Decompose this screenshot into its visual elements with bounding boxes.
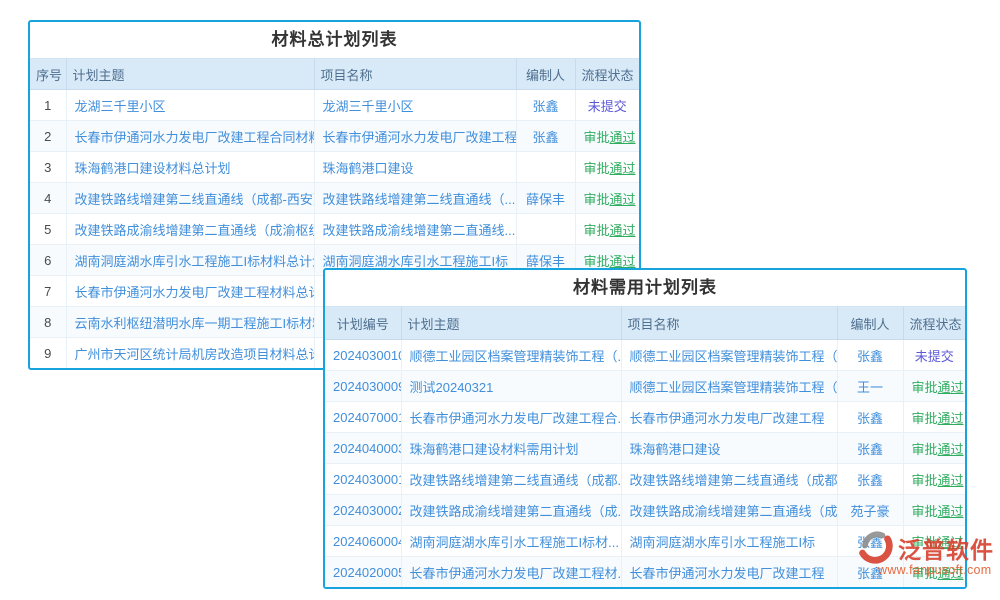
cell-subject[interactable]: 长春市伊通河水力发电厂改建工程材... bbox=[401, 557, 621, 588]
cell-project[interactable]: 顺德工业园区档案管理精装饰工程（... bbox=[621, 371, 837, 402]
table-row[interactable]: 2024070001长春市伊通河水力发电厂改建工程合...长春市伊通河水力发电厂… bbox=[325, 402, 965, 433]
table-row[interactable]: 2024030002改建铁路成渝线增建第二直通线（成...改建铁路成渝线增建第二… bbox=[325, 495, 965, 526]
cell-subject[interactable]: 云南水利枢纽潜明水库一期工程施工I标材料... bbox=[66, 307, 314, 338]
cell-subject[interactable]: 长春市伊通河水力发电厂改建工程合... bbox=[401, 402, 621, 433]
cell-author: 张鑫 bbox=[837, 402, 903, 433]
cell-status[interactable]: 审批通过 bbox=[903, 371, 965, 402]
cell-number[interactable]: 2024030002 bbox=[325, 495, 401, 526]
cell-number[interactable]: 2024030009 bbox=[325, 371, 401, 402]
cell-project[interactable]: 顺德工业园区档案管理精装饰工程（... bbox=[621, 340, 837, 371]
cell-index: 1 bbox=[30, 90, 66, 121]
cell-number[interactable]: 2024030001 bbox=[325, 464, 401, 495]
column-header-project: 项目名称 bbox=[621, 307, 837, 340]
cell-author bbox=[516, 152, 575, 183]
cell-subject[interactable]: 改建铁路线增建第二线直通线（成都-西安）... bbox=[66, 183, 314, 214]
cell-project[interactable]: 珠海鹤港口建设 bbox=[314, 152, 516, 183]
cell-number[interactable]: 2024060004 bbox=[325, 526, 401, 557]
column-header-author: 编制人 bbox=[837, 307, 903, 340]
table-row[interactable]: 2长春市伊通河水力发电厂改建工程合同材料...长春市伊通河水力发电厂改建工程张鑫… bbox=[30, 121, 639, 152]
cell-subject[interactable]: 长春市伊通河水力发电厂改建工程合同材料... bbox=[66, 121, 314, 152]
cell-index: 5 bbox=[30, 214, 66, 245]
cell-index: 6 bbox=[30, 245, 66, 276]
cell-index: 2 bbox=[30, 121, 66, 152]
cell-author: 张鑫 bbox=[837, 433, 903, 464]
cell-subject[interactable]: 湖南洞庭湖水库引水工程施工I标材... bbox=[401, 526, 621, 557]
cell-number[interactable]: 2024040003 bbox=[325, 433, 401, 464]
cell-project[interactable]: 改建铁路线增建第二线直通线（... bbox=[314, 183, 516, 214]
column-header-index: 序号 bbox=[30, 59, 66, 90]
cell-subject[interactable]: 珠海鹤港口建设材料总计划 bbox=[66, 152, 314, 183]
cell-subject[interactable]: 改建铁路成渝线增建第二直通线（成... bbox=[401, 495, 621, 526]
column-header-subject: 计划主题 bbox=[66, 59, 314, 90]
cell-number[interactable]: 2024020005 bbox=[325, 557, 401, 588]
cell-author: 王一 bbox=[837, 371, 903, 402]
cell-project[interactable]: 珠海鹤港口建设 bbox=[621, 433, 837, 464]
cell-status[interactable]: 审批通过 bbox=[575, 214, 639, 245]
column-header-project: 项目名称 bbox=[314, 59, 516, 90]
cell-status[interactable]: 未提交 bbox=[903, 340, 965, 371]
cell-status[interactable]: 未提交 bbox=[575, 90, 639, 121]
cell-subject[interactable]: 测试20240321 bbox=[401, 371, 621, 402]
cell-author: 张鑫 bbox=[516, 90, 575, 121]
table-row[interactable]: 2024030001改建铁路线增建第二线直通线（成都...改建铁路线增建第二线直… bbox=[325, 464, 965, 495]
watermark-brand-text: 泛普软件 bbox=[898, 531, 994, 565]
cell-number[interactable]: 2024030010 bbox=[325, 340, 401, 371]
table-row[interactable]: 3珠海鹤港口建设材料总计划珠海鹤港口建设 审批通过 bbox=[30, 152, 639, 183]
cell-status[interactable]: 审批通过 bbox=[575, 183, 639, 214]
cell-subject[interactable]: 顺德工业园区档案管理精装饰工程（... bbox=[401, 340, 621, 371]
cell-subject[interactable]: 长春市伊通河水力发电厂改建工程材料总计划 bbox=[66, 276, 314, 307]
column-header-status: 流程状态 bbox=[575, 59, 639, 90]
table-row[interactable]: 2024030009测试20240321顺德工业园区档案管理精装饰工程（...王… bbox=[325, 371, 965, 402]
cell-status[interactable]: 审批通过 bbox=[903, 464, 965, 495]
cell-subject[interactable]: 珠海鹤港口建设材料需用计划 bbox=[401, 433, 621, 464]
cell-project[interactable]: 湖南洞庭湖水库引水工程施工I标 bbox=[621, 526, 837, 557]
cell-subject[interactable]: 湖南洞庭湖水库引水工程施工I标材料总计划 bbox=[66, 245, 314, 276]
cell-author: 薛保丰 bbox=[516, 183, 575, 214]
cell-author: 张鑫 bbox=[516, 121, 575, 152]
header-row: 序号计划主题项目名称编制人流程状态 bbox=[30, 59, 639, 90]
table-row[interactable]: 2024030010顺德工业园区档案管理精装饰工程（...顺德工业园区档案管理精… bbox=[325, 340, 965, 371]
cell-project[interactable]: 长春市伊通河水力发电厂改建工程 bbox=[314, 121, 516, 152]
table-row[interactable]: 2024040003珠海鹤港口建设材料需用计划珠海鹤港口建设张鑫审批通过 bbox=[325, 433, 965, 464]
cell-subject[interactable]: 改建铁路线增建第二线直通线（成都... bbox=[401, 464, 621, 495]
column-header-number: 计划编号 bbox=[325, 307, 401, 340]
column-header-subject: 计划主题 bbox=[401, 307, 621, 340]
cell-index: 3 bbox=[30, 152, 66, 183]
cell-project[interactable]: 长春市伊通河水力发电厂改建工程 bbox=[621, 557, 837, 588]
cell-project[interactable]: 改建铁路成渝线增建第二直通线（成... bbox=[621, 495, 837, 526]
watermark-url-text: www.fanpusoft.com bbox=[878, 563, 1000, 577]
column-header-status: 流程状态 bbox=[903, 307, 965, 340]
cell-project[interactable]: 龙湖三千里小区 bbox=[314, 90, 516, 121]
fanpu-logo-icon bbox=[854, 528, 896, 568]
page: 材料总计划列表 序号计划主题项目名称编制人流程状态1龙湖三千里小区龙湖三千里小区… bbox=[0, 0, 1000, 600]
cell-index: 7 bbox=[30, 276, 66, 307]
cell-status[interactable]: 审批通过 bbox=[903, 402, 965, 433]
cell-project[interactable]: 改建铁路成渝线增建第二直通线... bbox=[314, 214, 516, 245]
cell-author bbox=[516, 214, 575, 245]
table-title: 材料需用计划列表 bbox=[325, 270, 965, 307]
table-row[interactable]: 5改建铁路成渝线增建第二直通线（成渝枢纽...改建铁路成渝线增建第二直通线...… bbox=[30, 214, 639, 245]
header-row: 计划编号计划主题项目名称编制人流程状态 bbox=[325, 307, 965, 340]
cell-status[interactable]: 审批通过 bbox=[575, 121, 639, 152]
cell-author: 张鑫 bbox=[837, 464, 903, 495]
cell-project[interactable]: 长春市伊通河水力发电厂改建工程 bbox=[621, 402, 837, 433]
cell-subject[interactable]: 广州市天河区统计局机房改造项目材料总计划 bbox=[66, 338, 314, 369]
cell-author: 苑子豪 bbox=[837, 495, 903, 526]
cell-status[interactable]: 审批通过 bbox=[903, 495, 965, 526]
cell-project[interactable]: 改建铁路线增建第二线直通线（成都... bbox=[621, 464, 837, 495]
table-row[interactable]: 4改建铁路线增建第二线直通线（成都-西安）...改建铁路线增建第二线直通线（..… bbox=[30, 183, 639, 214]
fanpu-watermark: 泛普软件 www.fanpusoft.com bbox=[854, 528, 1000, 577]
table-title: 材料总计划列表 bbox=[30, 22, 639, 59]
cell-index: 4 bbox=[30, 183, 66, 214]
column-header-author: 编制人 bbox=[516, 59, 575, 90]
cell-number[interactable]: 2024070001 bbox=[325, 402, 401, 433]
cell-author: 张鑫 bbox=[837, 340, 903, 371]
cell-subject[interactable]: 改建铁路成渝线增建第二直通线（成渝枢纽... bbox=[66, 214, 314, 245]
cell-subject[interactable]: 龙湖三千里小区 bbox=[66, 90, 314, 121]
cell-index: 9 bbox=[30, 338, 66, 369]
cell-status[interactable]: 审批通过 bbox=[903, 433, 965, 464]
cell-status[interactable]: 审批通过 bbox=[575, 152, 639, 183]
table-row[interactable]: 1龙湖三千里小区龙湖三千里小区张鑫未提交 bbox=[30, 90, 639, 121]
cell-index: 8 bbox=[30, 307, 66, 338]
